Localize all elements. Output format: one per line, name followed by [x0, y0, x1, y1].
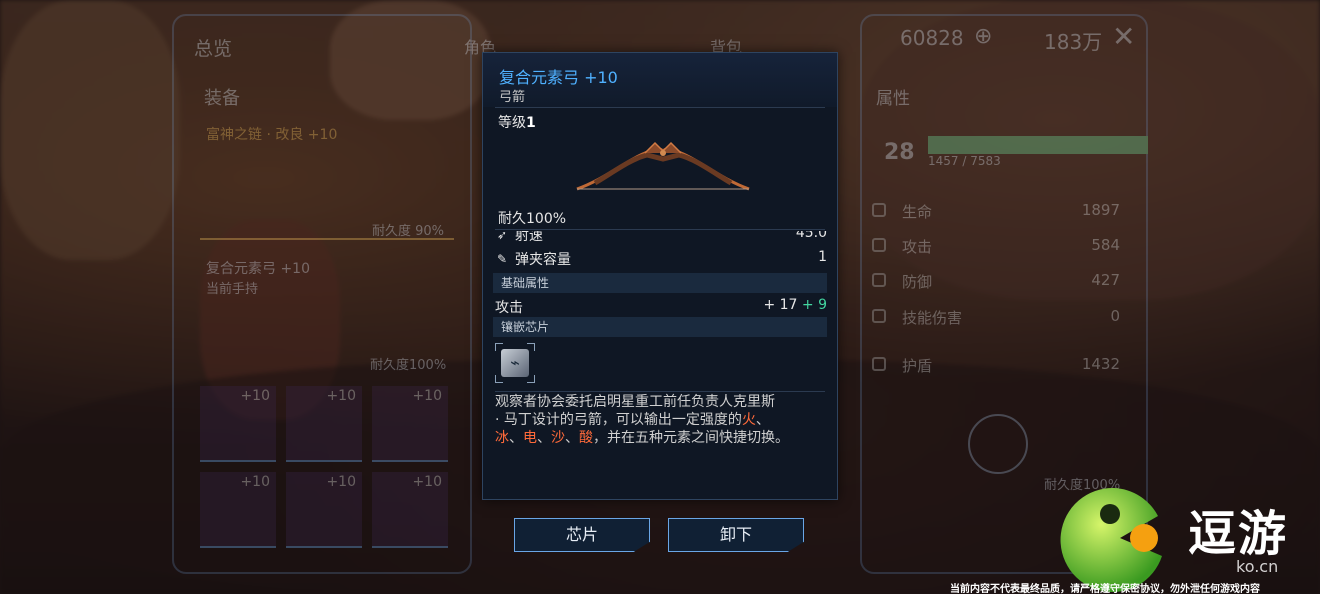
- attr-attack: 攻击 + 17 + 9: [495, 297, 827, 316]
- chip-slot[interactable]: ⌁: [495, 343, 535, 383]
- attributes-label: 属性: [876, 89, 910, 109]
- unequip-button[interactable]: 卸下: [668, 518, 804, 552]
- inventory-slot[interactable]: +10: [286, 386, 362, 462]
- inventory-slot[interactable]: +10: [286, 472, 362, 548]
- skill-circle-icon[interactable]: [968, 414, 1028, 474]
- item-description: 观察者协会委托启明星重工前任负责人克里斯 · 马丁设计的弓箭，可以输出一定强度的…: [495, 394, 789, 446]
- equip-item-name: 富神之链 · 改良 +10: [206, 127, 338, 143]
- watermark-sub: ko.cn: [1236, 557, 1279, 576]
- attributes-scroll-area[interactable]: ➶ 射速 45.0 ✎ 弹夹容量 1 基础属性 攻击 + 17 + 9 镶嵌芯片…: [493, 231, 829, 391]
- player-exp: 1457 / 7583: [928, 154, 1001, 168]
- section-chip-slots: 镶嵌芯片: [493, 317, 827, 337]
- item-tooltip: 复合元素弓 +10 弓箭 等级1 耐久100% ➶ 射速 45.0 ✎ 弹夹容量…: [482, 52, 838, 500]
- inventory-slot[interactable]: +10: [372, 472, 448, 548]
- inventory-slot[interactable]: +10: [200, 472, 276, 548]
- stat-row: 防御 427: [870, 268, 1120, 294]
- watermark-brand: 逗游: [1188, 506, 1289, 562]
- fire-rate-icon: ➶: [497, 231, 508, 242]
- bow-card-status: 当前手持: [206, 282, 259, 297]
- chip-button[interactable]: 芯片: [514, 518, 650, 552]
- equip-durability: 耐久度 90%: [372, 224, 445, 239]
- attr-fire-rate: ➶ 射速 45.0: [493, 231, 827, 245]
- overview-label: 总览: [194, 38, 233, 60]
- disclaimer-text: 当前内容不代表最终品质，请严格遵守保密协议，勿外泄任何游戏内容: [950, 584, 1260, 594]
- magazine-icon: ✎: [497, 252, 508, 266]
- item-durability: 耐久100%: [498, 211, 567, 227]
- inventory-slot[interactable]: +10: [200, 386, 276, 462]
- item-type: 弓箭: [499, 90, 526, 105]
- currency-secondary: 183万: [1044, 30, 1103, 54]
- equipment-label: 装备: [204, 88, 240, 109]
- stat-row: 护盾 1432: [870, 352, 1120, 378]
- tooltip-header: 复合元素弓 +10 弓箭: [483, 53, 837, 107]
- item-level: 等级1: [498, 115, 536, 131]
- player-level: 28: [884, 140, 915, 165]
- stat-row: 技能伤害 0: [870, 304, 1120, 330]
- attr-magazine: ✎ 弹夹容量 1: [497, 249, 827, 268]
- bow-card-name: 复合元素弓 +10: [206, 261, 310, 277]
- inventory-slot[interactable]: +10: [372, 386, 448, 462]
- bow-image: [576, 141, 750, 191]
- section-base-attributes: 基础属性: [493, 273, 827, 293]
- item-name: 复合元素弓 +10: [499, 68, 618, 87]
- currency-primary: 60828: [900, 26, 964, 50]
- close-icon[interactable]: ✕: [1112, 20, 1135, 53]
- add-currency-icon[interactable]: ⊕: [974, 24, 992, 49]
- stat-row: 生命 1897: [870, 198, 1120, 224]
- stat-row: 攻击 584: [870, 233, 1120, 259]
- chip-icon: ⌁: [501, 349, 529, 377]
- bow-card-durability: 耐久度100%: [370, 358, 447, 373]
